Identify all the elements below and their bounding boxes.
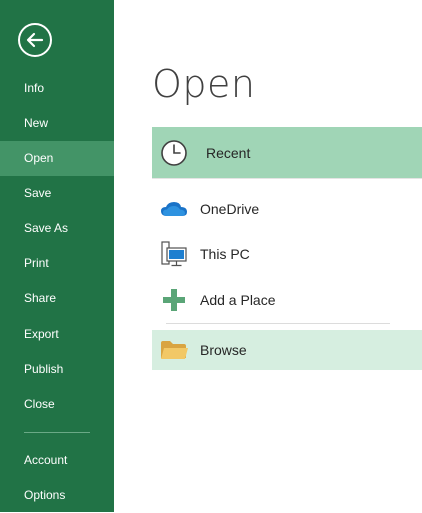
place-onedrive[interactable]: OneDrive <box>152 186 422 231</box>
place-label: OneDrive <box>200 200 260 217</box>
open-pane: Open Recent OneDrive This PC Add a Place… <box>114 0 422 512</box>
back-button[interactable] <box>18 23 52 57</box>
place-browse[interactable]: Browse <box>152 330 422 370</box>
computer-icon <box>154 240 194 268</box>
nav-item-open[interactable]: Open <box>0 141 114 176</box>
folder-icon <box>154 339 194 361</box>
nav-item-options[interactable]: Options <box>0 478 114 513</box>
nav-item-publish[interactable]: Publish <box>0 352 114 387</box>
places-divider <box>166 323 390 324</box>
nav-item-save[interactable]: Save <box>0 176 114 211</box>
place-label: This PC <box>200 245 250 262</box>
nav-item-export[interactable]: Export <box>0 317 114 352</box>
plus-icon <box>154 288 194 312</box>
place-this-pc[interactable]: This PC <box>152 231 422 276</box>
nav-item-save-as[interactable]: Save As <box>0 211 114 246</box>
nav-item-close[interactable]: Close <box>0 387 114 422</box>
nav-item-share[interactable]: Share <box>0 281 114 316</box>
nav-item-info[interactable]: Info <box>0 71 114 106</box>
nav-divider <box>24 432 90 433</box>
place-add-a-place[interactable]: Add a Place <box>152 277 422 322</box>
nav-item-new[interactable]: New <box>0 106 114 141</box>
cloud-icon <box>154 199 194 219</box>
recent-divider <box>152 178 422 179</box>
nav-item-print[interactable]: Print <box>0 246 114 281</box>
backstage-sidebar: Info New Open Save Save As Print Share E… <box>0 0 114 512</box>
place-label: Recent <box>206 144 251 161</box>
page-title: Open <box>152 62 256 106</box>
back-arrow-icon <box>26 32 44 48</box>
place-recent[interactable]: Recent <box>152 127 422 178</box>
clock-icon <box>154 138 194 168</box>
place-label: Browse <box>200 342 247 358</box>
nav-item-account[interactable]: Account <box>0 443 114 478</box>
place-label: Add a Place <box>200 291 276 308</box>
